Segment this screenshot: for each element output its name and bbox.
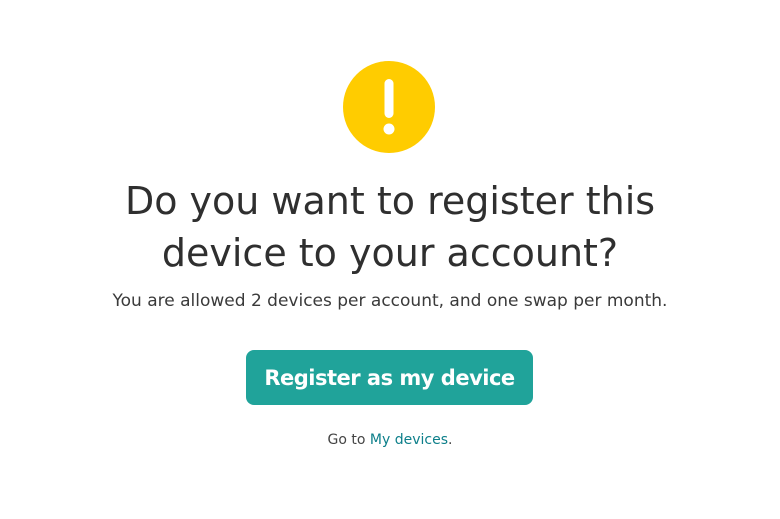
register-device-button[interactable]: Register as my device — [246, 350, 533, 405]
goto-prefix: Go to — [327, 432, 370, 448]
my-devices-link[interactable]: My devices — [370, 432, 448, 448]
exclamation-icon — [343, 61, 435, 153]
warning-badge — [343, 61, 435, 153]
page-title: Do you want to register this device to y… — [0, 175, 780, 279]
device-limit-description: You are allowed 2 devices per account, a… — [112, 291, 668, 311]
goto-suffix: . — [448, 432, 453, 448]
page-title-line-1: Do you want to register this — [124, 179, 656, 223]
page-title-line-2: device to your account? — [161, 231, 619, 275]
goto-devices-line: Go to My devices. — [0, 430, 780, 450]
